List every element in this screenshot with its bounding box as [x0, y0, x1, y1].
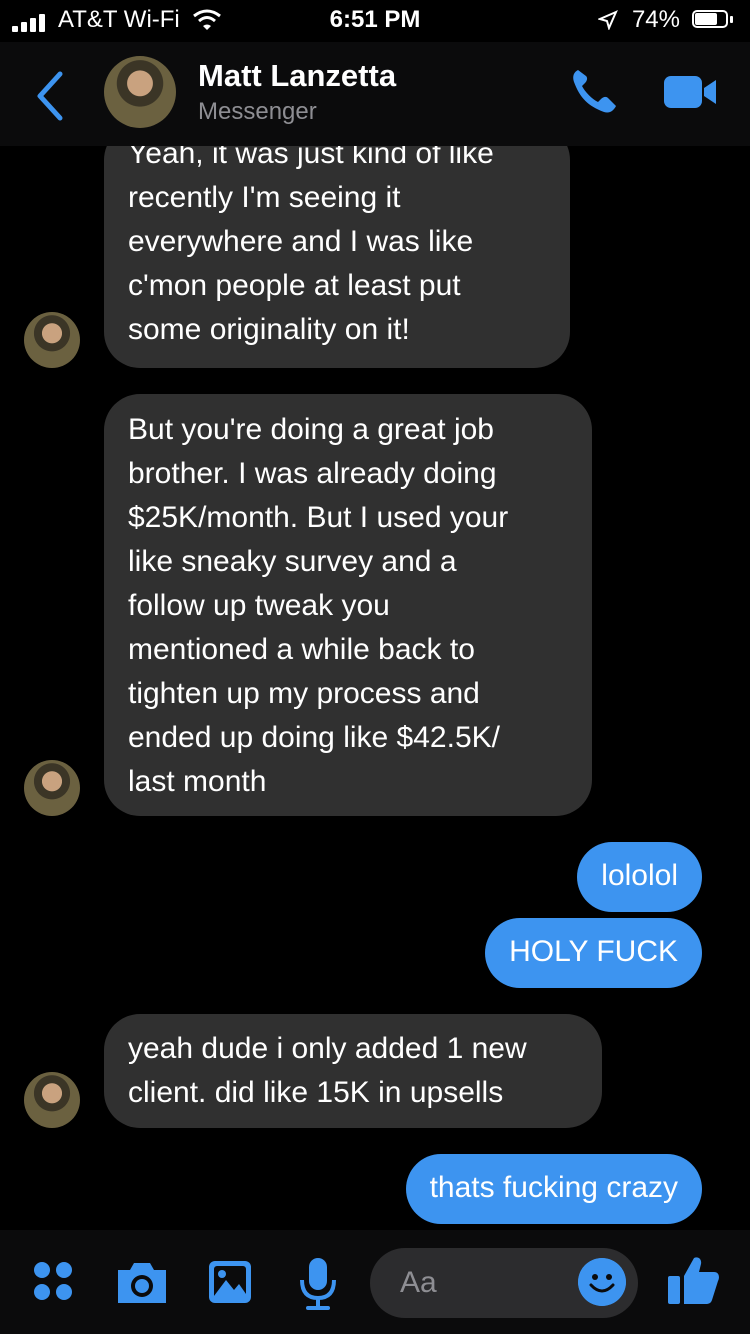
battery-percentage: 74% [631, 6, 680, 33]
message-line: last month [128, 765, 267, 798]
message-line: mentioned a while back to [128, 633, 475, 666]
message-incoming[interactable]: But you're doing a great job brother. I … [104, 394, 592, 816]
emoji-icon[interactable] [578, 1258, 626, 1306]
message-line: like sneaky survey and a [128, 545, 457, 578]
sender-avatar[interactable] [24, 1072, 80, 1128]
status-bar: AT&T Wi-Fi 6:51 PM 74% [0, 0, 750, 42]
image-icon[interactable] [206, 1258, 254, 1306]
contact-name[interactable]: Matt Lanzetta [198, 58, 396, 94]
message-line: client. did like 15K in upsells [128, 1076, 504, 1109]
message-line: brother. I was already doing [128, 457, 497, 490]
message-line: some originality on it! [128, 313, 410, 346]
message-list[interactable]: Yeah, it was just kind of like recently … [0, 146, 750, 1230]
conversation-header: Matt Lanzetta Messenger [0, 42, 750, 146]
message-line: ended up doing like $42.5K/ [128, 721, 500, 754]
message-line: $25K/month. But I used your [128, 501, 509, 534]
contact-avatar[interactable] [104, 56, 176, 128]
message-line: recently I'm seeing it [128, 181, 401, 214]
contact-subtitle: Messenger [198, 98, 317, 125]
message-line: everywhere and I was like [128, 225, 474, 258]
sender-avatar[interactable] [24, 312, 80, 368]
message-incoming[interactable]: yeah dude i only added 1 new client. did… [104, 1014, 602, 1128]
message-outgoing[interactable]: lololol [577, 842, 702, 912]
message-line: Yeah, it was just kind of like [128, 146, 494, 170]
apps-icon[interactable] [32, 1260, 76, 1304]
message-line: tighten up my process and [128, 677, 480, 710]
battery-icon [692, 10, 736, 30]
back-icon[interactable] [30, 66, 70, 126]
video-camera-icon[interactable] [662, 72, 720, 112]
location-arrow-icon [598, 10, 618, 30]
message-input[interactable]: Aa [370, 1248, 638, 1318]
message-line: c'mon people at least put [128, 269, 461, 302]
microphone-icon[interactable] [296, 1256, 340, 1312]
phone-icon[interactable] [566, 64, 620, 118]
message-outgoing[interactable]: HOLY FUCK [485, 918, 702, 988]
camera-icon[interactable] [114, 1260, 170, 1306]
thumbs-up-icon[interactable] [666, 1252, 722, 1308]
message-line: yeah dude i only added 1 new [128, 1032, 527, 1065]
composer-bar: Aa [0, 1230, 750, 1334]
sender-avatar[interactable] [24, 760, 80, 816]
message-input-placeholder: Aa [400, 1266, 437, 1299]
message-line: But you're doing a great job [128, 413, 494, 446]
message-line: follow up tweak you [128, 589, 390, 622]
message-incoming[interactable]: Yeah, it was just kind of like recently … [104, 146, 570, 368]
message-outgoing[interactable]: thats fucking crazy [405, 1154, 702, 1224]
